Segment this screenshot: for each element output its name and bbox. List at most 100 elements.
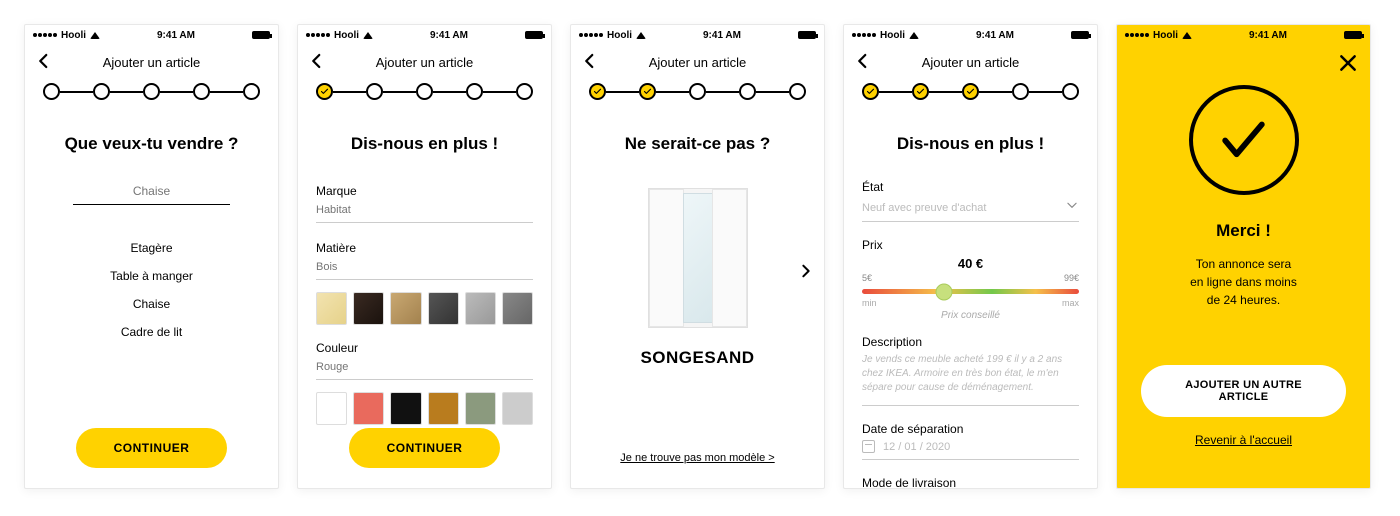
price-slider[interactable]: 40 € 5€ 99€ min max Prix conseillé (862, 256, 1079, 321)
color-swatch[interactable] (502, 392, 533, 425)
price-label: Prix (862, 238, 1079, 252)
check-icon (1216, 113, 1271, 168)
date-input[interactable]: 12 / 01 / 2020 (862, 440, 1079, 460)
continue-button[interactable]: CONTINUER (76, 428, 228, 468)
check-icon (866, 87, 875, 96)
color-input[interactable] (316, 357, 533, 380)
step-dot (416, 83, 433, 100)
slider-thumb[interactable] (936, 283, 953, 300)
chevron-left-icon (308, 52, 326, 70)
clock: 9:41 AM (976, 30, 1014, 41)
carrier: Hooli (607, 30, 632, 41)
material-swatch[interactable] (502, 292, 533, 325)
status-bar: Hooli 9:41 AM (25, 25, 278, 45)
step-dot (1012, 83, 1029, 100)
suggestion-item[interactable]: Etagère (130, 241, 172, 255)
battery-icon (1344, 31, 1362, 39)
color-swatches (316, 392, 533, 425)
chevron-left-icon (35, 52, 53, 70)
add-another-button[interactable]: AJOUTER UN AUTRE ARTICLE (1141, 365, 1346, 417)
close-button[interactable] (1338, 53, 1358, 73)
page-title: Ajouter un article (922, 55, 1020, 70)
back-home-link[interactable]: Revenir à l'accueil (1195, 433, 1292, 447)
suggestion-item[interactable]: Chaise (133, 297, 170, 311)
state-select[interactable]: Neuf avec preuve d'achat (862, 198, 1079, 222)
brand-input[interactable] (316, 200, 533, 223)
step-dot (243, 83, 260, 100)
color-swatch[interactable] (465, 392, 496, 425)
screen-header: Ajouter un article (25, 45, 278, 79)
signal-icon (1125, 33, 1149, 37)
screen-step4: Hooli 9:41 AM Ajouter un article Dis-nou… (843, 24, 1098, 489)
material-input[interactable] (316, 257, 533, 280)
state-value: Neuf avec preuve d'achat (862, 202, 1065, 214)
status-bar: Hooli 9:41 AM (571, 25, 824, 45)
page-title: Ajouter un article (103, 55, 201, 70)
continue-button[interactable]: CONTINUER (349, 428, 501, 468)
battery-icon (525, 31, 543, 39)
back-button[interactable] (308, 52, 326, 70)
suggestion-list: Etagère Table à manger Chaise Cadre de l… (43, 241, 260, 339)
description-input[interactable]: Je vends ce meuble acheté 199 € il y a 2… (862, 353, 1079, 406)
screen-step3: Hooli 9:41 AM Ajouter un article Ne sera… (570, 24, 825, 489)
back-button[interactable] (854, 52, 872, 70)
status-bar: Hooli 9:41 AM (844, 25, 1097, 45)
step-dot (316, 83, 333, 100)
chevron-down-icon (1065, 198, 1079, 217)
suggestion-item[interactable]: Table à manger (110, 269, 193, 283)
color-swatch[interactable] (353, 392, 384, 425)
wifi-icon (636, 32, 646, 39)
item-name-input[interactable] (73, 178, 230, 205)
step-dot (789, 83, 806, 100)
check-icon (593, 87, 602, 96)
signal-icon (579, 33, 603, 37)
clock: 9:41 AM (430, 30, 468, 41)
delivery-label: Mode de livraison (862, 476, 1079, 488)
color-swatch[interactable] (390, 392, 421, 425)
material-swatch[interactable] (390, 292, 421, 325)
screen-header: Ajouter un article (844, 45, 1097, 79)
wifi-icon (90, 32, 100, 39)
back-button[interactable] (581, 52, 599, 70)
material-swatch[interactable] (353, 292, 384, 325)
back-button[interactable] (35, 52, 53, 70)
slider-min-label: min (862, 298, 877, 308)
check-icon (320, 87, 329, 96)
carrier: Hooli (334, 30, 359, 41)
material-swatch[interactable] (428, 292, 459, 325)
model-not-found-link[interactable]: Je ne trouve pas mon modèle > (589, 452, 806, 464)
color-swatch[interactable] (428, 392, 459, 425)
success-title: Merci ! (1216, 221, 1271, 241)
calendar-icon (862, 440, 875, 453)
suggestion-item[interactable]: Cadre de lit (121, 325, 182, 339)
question-heading: Dis-nous en plus ! (316, 134, 533, 154)
material-swatch[interactable] (316, 292, 347, 325)
status-bar: Hooli 9:41 AM (298, 25, 551, 45)
signal-icon (852, 33, 876, 37)
clock: 9:41 AM (1249, 30, 1287, 41)
color-swatch[interactable] (316, 392, 347, 425)
step-dot (193, 83, 210, 100)
check-icon (916, 87, 925, 96)
question-heading: Que veux-tu vendre ? (43, 134, 260, 154)
next-product-button[interactable] (798, 258, 814, 284)
clock: 9:41 AM (703, 30, 741, 41)
date-label: Date de séparation (862, 422, 1079, 436)
material-label: Matière (316, 241, 533, 255)
step-dot (1062, 83, 1079, 100)
step-dot (739, 83, 756, 100)
signal-icon (306, 33, 330, 37)
product-name: SONGESAND (640, 348, 754, 368)
material-swatch[interactable] (465, 292, 496, 325)
price-max: 99€ (1064, 273, 1079, 283)
progress-stepper (571, 79, 824, 100)
step-dot (466, 83, 483, 100)
signal-icon (33, 33, 57, 37)
state-label: État (862, 180, 1079, 194)
screen-header: Ajouter un article (298, 45, 551, 79)
question-heading: Ne serait-ce pas ? (589, 134, 806, 154)
step-dot (639, 83, 656, 100)
slider-track[interactable] (862, 289, 1079, 294)
wifi-icon (909, 32, 919, 39)
step-dot (143, 83, 160, 100)
